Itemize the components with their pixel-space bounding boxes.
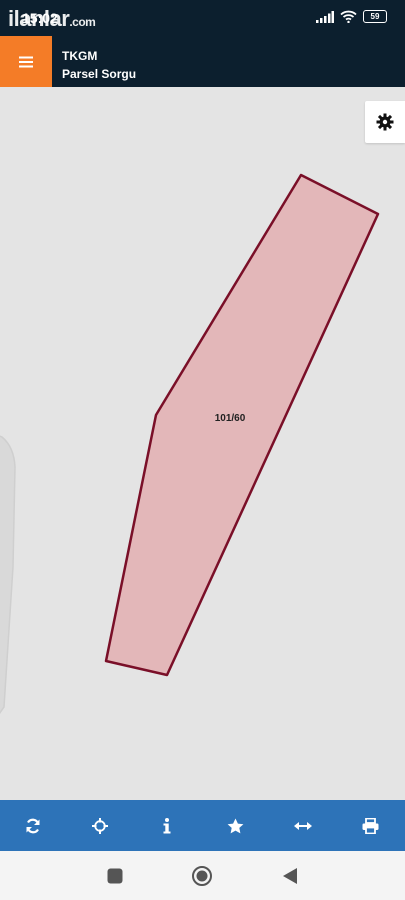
measure-icon (294, 821, 312, 830)
print-button[interactable] (350, 800, 390, 851)
parcel-label: 101/60 (215, 413, 246, 424)
star-icon (227, 818, 243, 833)
hamburger-icon (19, 56, 33, 67)
map-view[interactable]: 101/60 (0, 87, 405, 800)
status-bar: 15:02 ilanlar.com 59 (0, 0, 405, 36)
menu-button[interactable] (0, 36, 52, 87)
favorite-button[interactable] (215, 800, 255, 851)
watermark-logo: ilanlar.com (8, 6, 96, 32)
bottom-toolbar (0, 800, 405, 851)
watermark-main: ilanlar (8, 6, 70, 31)
parcel-polygon[interactable] (104, 173, 380, 677)
refresh-icon (26, 818, 40, 833)
info-button[interactable] (147, 800, 187, 851)
locate-icon (92, 817, 108, 834)
home-icon (192, 866, 212, 886)
app-title: TKGM (62, 49, 98, 63)
home-button[interactable] (190, 864, 214, 888)
signal-icon (316, 10, 334, 23)
locate-button[interactable] (80, 800, 120, 851)
status-icons: 59 (316, 10, 387, 23)
app-bar (0, 36, 405, 87)
neighbor-road-shape (0, 435, 16, 715)
measure-button[interactable] (283, 800, 323, 851)
wifi-icon (340, 10, 357, 23)
info-icon (163, 817, 171, 833)
system-nav-bar (0, 851, 405, 900)
refresh-button[interactable] (13, 800, 53, 851)
gear-icon (376, 113, 394, 131)
recents-icon (107, 868, 123, 884)
recents-button[interactable] (103, 864, 127, 888)
battery-icon: 59 (363, 10, 387, 23)
print-icon (362, 817, 378, 834)
map-canvas[interactable]: 101/60 (0, 87, 405, 800)
back-button[interactable] (278, 864, 302, 888)
app-subtitle: Parsel Sorgu (62, 67, 137, 81)
back-icon (283, 868, 297, 884)
watermark-domain: .com (69, 15, 96, 29)
settings-button[interactable] (365, 101, 405, 143)
